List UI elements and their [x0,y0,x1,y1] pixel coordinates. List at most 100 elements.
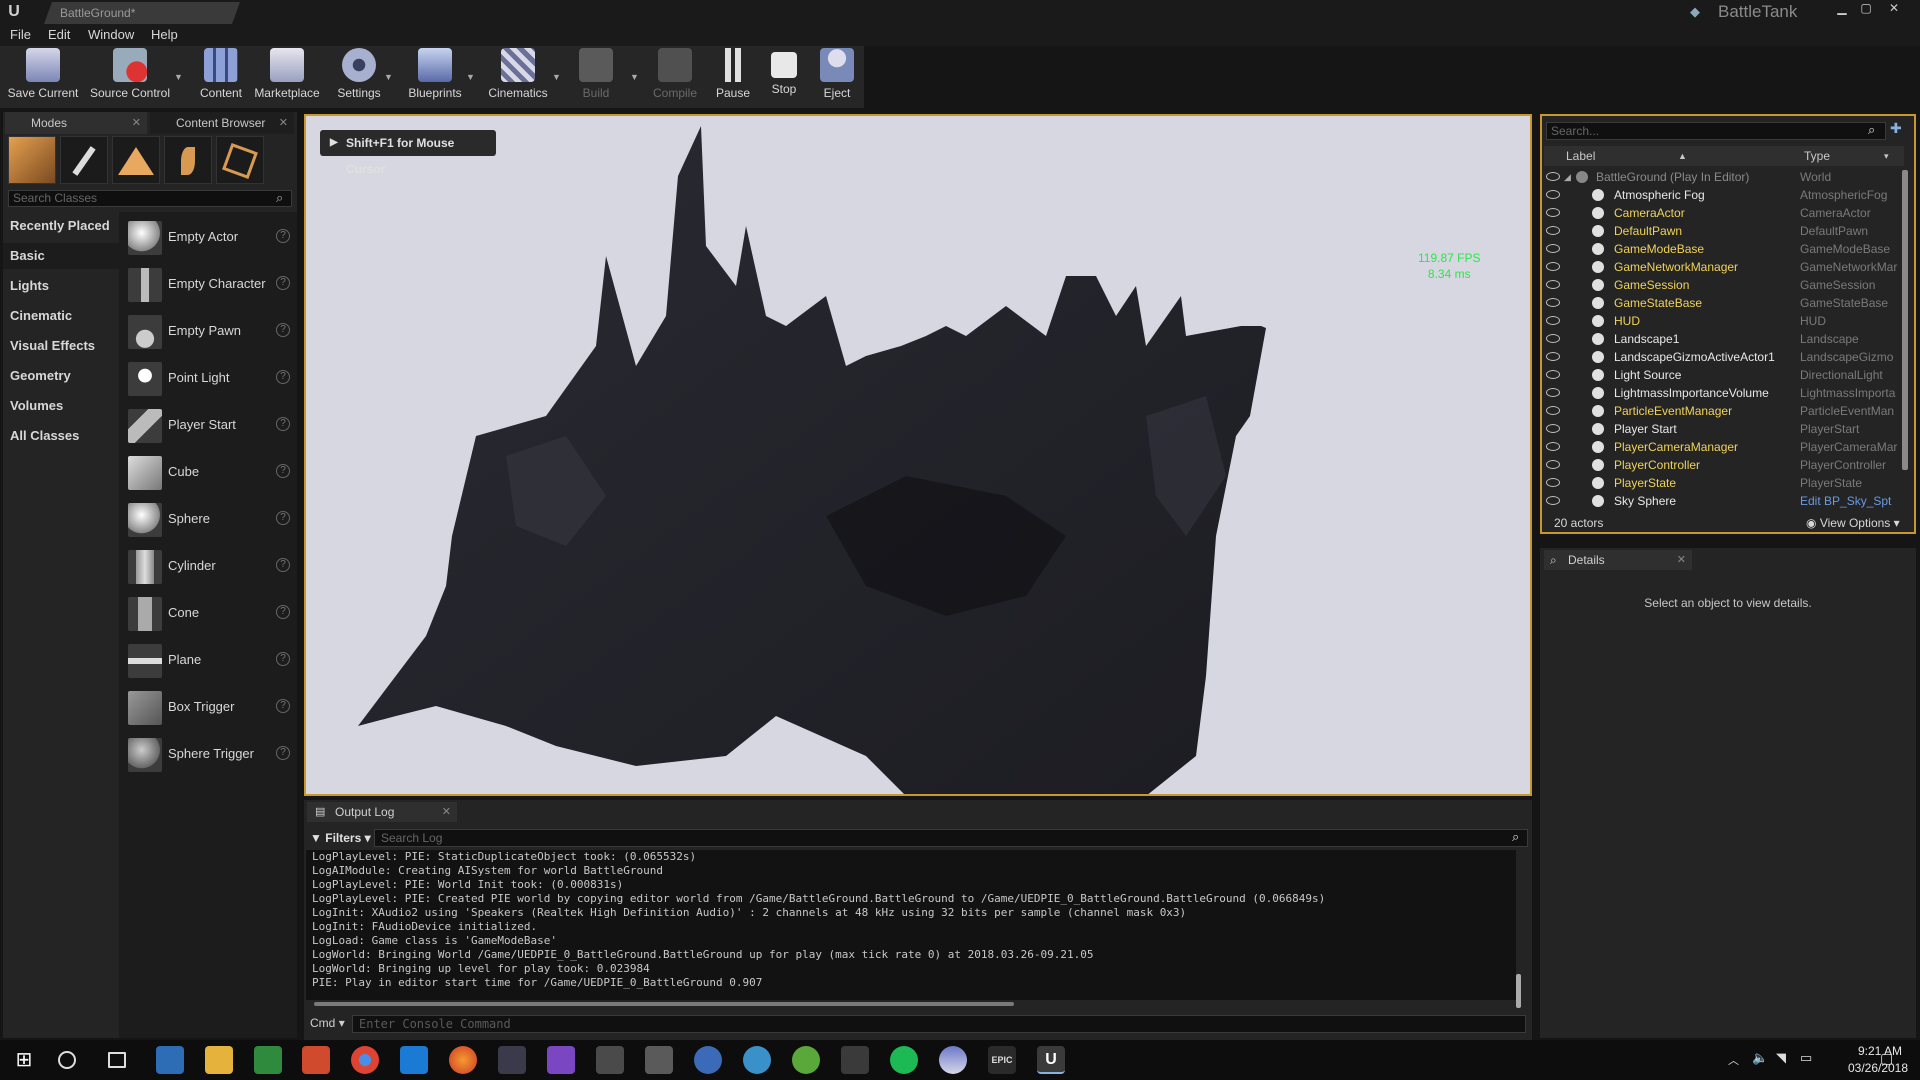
item-player-start[interactable]: Player Start? [126,405,294,445]
outliner-row[interactable]: Sky Sphere Edit BP_Sky_Spt [1544,492,1902,510]
column-type[interactable]: Type [1804,146,1830,166]
visibility-eye-icon[interactable] [1546,298,1560,307]
outliner-row[interactable]: Player Start PlayerStart [1544,420,1902,438]
outliner-row[interactable]: Landscape1 Landscape [1544,330,1902,348]
outliner-row[interactable]: GameModeBase GameModeBase [1544,240,1902,258]
help-icon[interactable]: ? [276,276,290,290]
store-icon[interactable] [156,1046,184,1074]
outliner-row[interactable]: GameNetworkManager GameNetworkMar [1544,258,1902,276]
settings-button[interactable]: Settings [334,48,384,106]
item-sphere-trigger[interactable]: Sphere Trigger? [126,734,294,774]
volume-icon[interactable]: 🔈 [1752,1050,1768,1066]
category-visual-effects[interactable]: Visual Effects [10,333,95,359]
item-box-trigger[interactable]: Box Trigger? [126,687,294,727]
search-icon[interactable]: ⌕ [276,190,283,206]
console-command-input[interactable]: Enter Console Command [352,1015,1526,1033]
menu-edit[interactable]: Edit [48,24,70,46]
visibility-eye-icon[interactable] [1546,172,1560,181]
geometry-edit-mode-icon[interactable] [216,136,264,184]
keyboard-icon[interactable]: ▭ [1800,1050,1812,1066]
edge-icon[interactable] [400,1046,428,1074]
category-lights[interactable]: Lights [10,273,49,299]
sort-ascending-icon[interactable]: ▲ [1678,146,1687,166]
outliner-row[interactable]: ParticleEventManager ParticleEventMan [1544,402,1902,420]
visibility-eye-icon[interactable] [1546,460,1560,469]
build-button[interactable]: Build [574,48,618,106]
epic-games-icon[interactable]: EPIC [988,1046,1016,1074]
file-explorer-icon[interactable] [205,1046,233,1074]
outliner-row[interactable]: Atmospheric Fog AtmosphericFog [1544,186,1902,204]
help-icon[interactable]: ? [276,746,290,760]
help-icon[interactable]: ? [276,605,290,619]
app-icon[interactable] [498,1046,526,1074]
task-view-icon[interactable] [108,1052,126,1068]
column-label[interactable]: Label [1566,146,1595,166]
app-icon[interactable] [645,1046,673,1074]
tab-details[interactable]: ⌕ Details ✕ [1544,550,1692,570]
firefox-icon[interactable] [449,1046,477,1074]
level-tab[interactable]: BattleGround* [44,2,240,24]
cinematics-button[interactable]: Cinematics [484,48,552,106]
visibility-eye-icon[interactable] [1546,478,1560,487]
item-empty-pawn[interactable]: Empty Pawn? [126,311,294,351]
outliner-vertical-scrollbar[interactable] [1902,170,1908,470]
unreal-editor-icon[interactable]: U [1037,1046,1065,1074]
category-recently-placed[interactable]: Recently Placed [10,213,110,239]
outliner-row[interactable]: PlayerController PlayerController [1544,456,1902,474]
outliner-row[interactable]: LightmassImportanceVolume LightmassImport… [1544,384,1902,402]
item-plane[interactable]: Plane? [126,640,294,680]
help-icon[interactable]: ? [276,323,290,337]
visibility-eye-icon[interactable] [1546,334,1560,343]
outliner-row[interactable]: CameraActor CameraActor [1544,204,1902,222]
visibility-eye-icon[interactable] [1546,226,1560,235]
spotify-icon[interactable] [890,1046,918,1074]
item-cube[interactable]: Cube? [126,452,294,492]
item-empty-actor[interactable]: Empty Actor? [126,217,294,257]
settings-dropdown-icon[interactable]: ▼ [384,72,393,82]
stop-button[interactable]: Stop [764,48,804,106]
pause-button[interactable]: Pause [712,48,754,106]
tab-output-log[interactable]: ▤ Output Log ✕ [307,802,457,822]
search-icon[interactable]: ⌕ [1868,122,1875,138]
visual-studio-icon[interactable] [547,1046,575,1074]
app-icon[interactable] [792,1046,820,1074]
visibility-eye-icon[interactable] [1546,424,1560,433]
expand-arrow-icon[interactable]: ◢ [1564,168,1571,186]
search-classes-input[interactable]: Search Classes [8,190,292,207]
cortana-icon[interactable] [58,1051,76,1069]
outliner-row[interactable]: HUD HUD [1544,312,1902,330]
chrome-icon[interactable] [351,1046,379,1074]
column-options-icon[interactable]: ▾ [1884,146,1889,166]
save-current-button[interactable]: Save Current [6,48,80,106]
visibility-eye-icon[interactable] [1546,370,1560,379]
minimize-icon[interactable]: ▁ [1830,0,1854,16]
help-icon[interactable]: ? [276,417,290,431]
filters-dropdown[interactable]: ▼ Filters ▾ [310,829,372,847]
app-icon[interactable] [694,1046,722,1074]
eject-button[interactable]: Eject [816,48,858,106]
chevron-up-icon[interactable]: ︿ [1728,1052,1739,1068]
outliner-row[interactable]: Light Source DirectionalLight [1544,366,1902,384]
visibility-eye-icon[interactable] [1546,244,1560,253]
speedometer-icon[interactable] [743,1046,771,1074]
actor-type[interactable]: Edit BP_Sky_Spt [1800,492,1900,510]
close-icon[interactable]: ✕ [1882,0,1906,16]
app-icon[interactable] [841,1046,869,1074]
help-icon[interactable]: ? [276,229,290,243]
visibility-eye-icon[interactable] [1546,190,1560,199]
visibility-eye-icon[interactable] [1546,442,1560,451]
item-cone[interactable]: Cone? [126,593,294,633]
place-mode-icon[interactable] [8,136,56,184]
blueprints-button[interactable]: Blueprints [404,48,466,106]
marketplace-button[interactable]: Marketplace [252,48,322,106]
maximize-icon[interactable]: ▢ [1854,0,1878,16]
unreal-logo-icon[interactable]: U [4,2,24,22]
help-icon[interactable]: ? [276,464,290,478]
outliner-row[interactable]: PlayerCameraManager PlayerCameraMar [1544,438,1902,456]
category-geometry[interactable]: Geometry [10,363,71,389]
help-icon[interactable]: ? [276,558,290,572]
menu-window[interactable]: Window [88,24,134,46]
visibility-eye-icon[interactable] [1546,352,1560,361]
item-empty-character[interactable]: Empty Character? [126,264,294,304]
visibility-eye-icon[interactable] [1546,496,1560,505]
